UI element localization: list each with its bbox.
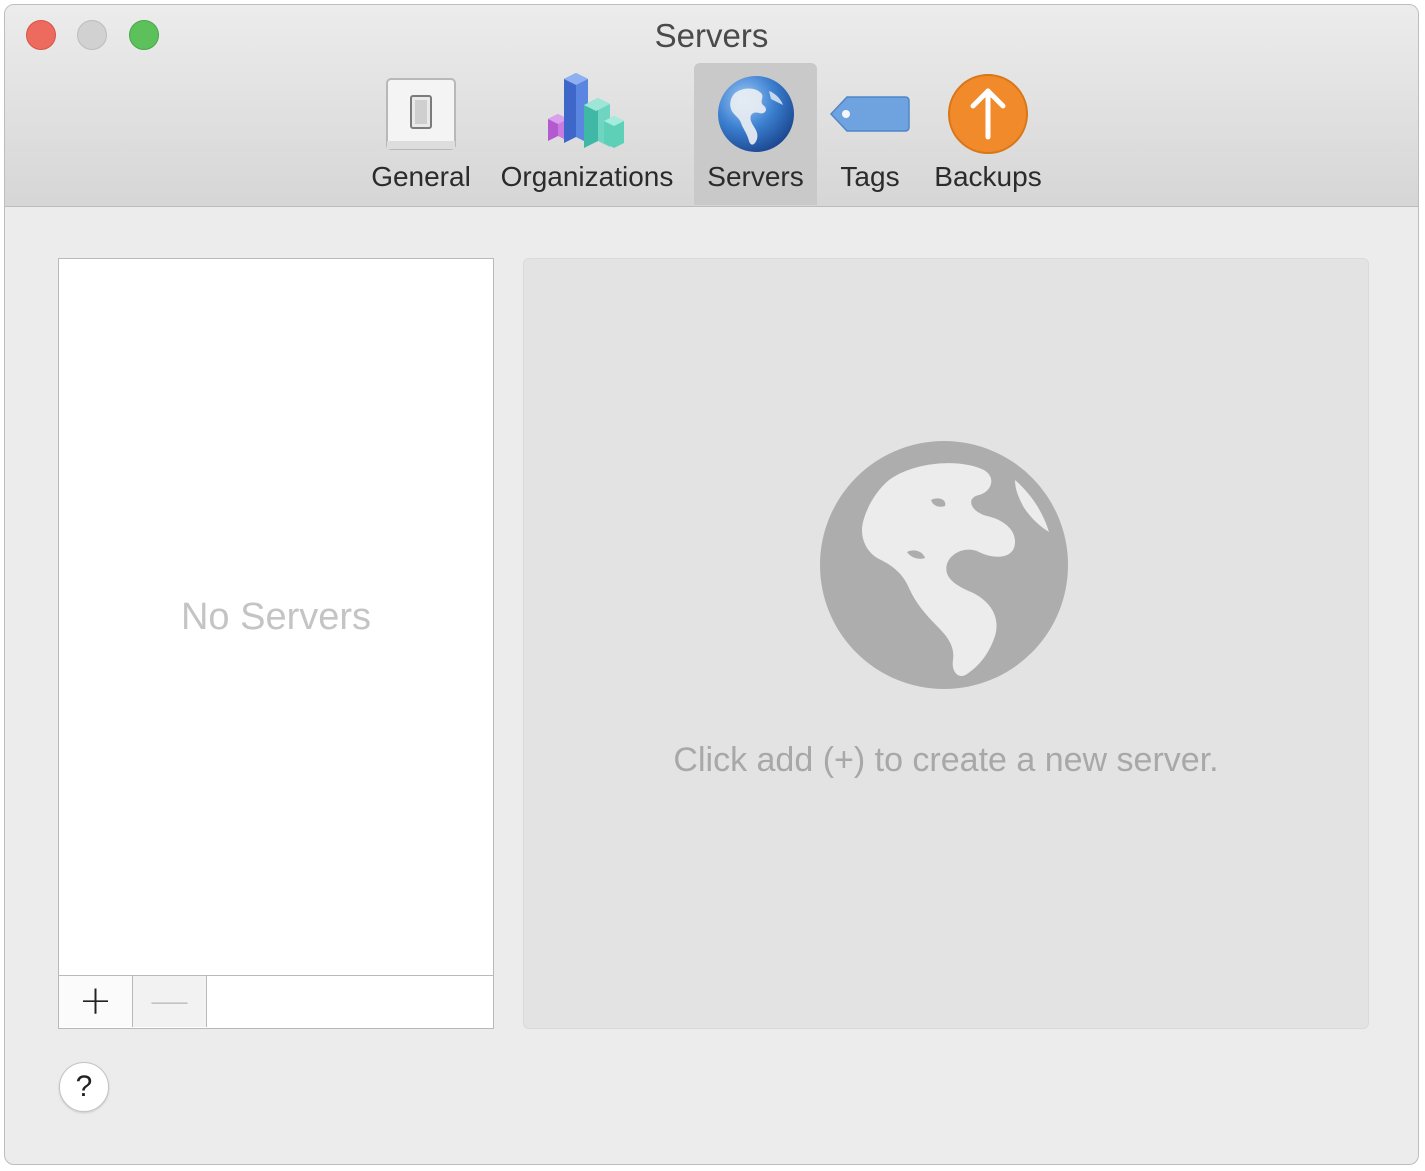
tab-tags-label: Tags	[840, 161, 900, 192]
title-bar: Servers General Organizations Servers Ta…	[5, 5, 1418, 207]
empty-list-message: No Servers	[180, 596, 372, 638]
server-detail-panel: Click add (+) to create a new server.	[523, 258, 1369, 1029]
tag-icon	[829, 96, 910, 132]
tab-organizations-label: Organizations	[500, 161, 674, 192]
preferences-window: Servers General Organizations Servers Ta…	[4, 4, 1419, 1165]
empty-detail-hint: Click add (+) to create a new server.	[673, 741, 1219, 779]
list-toolbar: + —	[59, 975, 493, 1028]
tab-general[interactable]: General	[363, 63, 479, 205]
add-server-button[interactable]: +	[59, 976, 133, 1027]
tab-tags[interactable]: Tags	[827, 63, 913, 205]
tab-servers[interactable]: Servers	[694, 63, 817, 205]
tab-servers-label: Servers	[707, 161, 804, 192]
switch-icon	[386, 78, 456, 150]
tab-general-label: General	[371, 161, 471, 192]
help-button[interactable]: ?	[59, 1062, 109, 1112]
upload-arrow-icon	[948, 74, 1028, 154]
tab-backups[interactable]: Backups	[923, 63, 1053, 205]
globe-icon	[717, 76, 794, 152]
server-list[interactable]: No Servers + —	[58, 258, 494, 1029]
blocks-chart-icon	[548, 73, 624, 148]
globe-placeholder-icon	[820, 441, 1068, 689]
tab-organizations[interactable]: Organizations	[491, 63, 683, 205]
remove-server-button[interactable]: —	[133, 976, 207, 1027]
tab-backups-label: Backups	[934, 161, 1042, 192]
window-title: Servers	[654, 17, 769, 54]
